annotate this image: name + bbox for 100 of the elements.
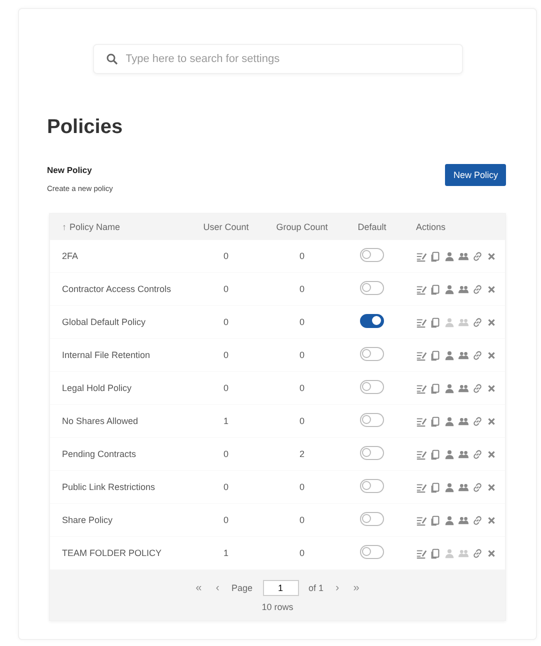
edit-icon[interactable] (416, 250, 427, 262)
edit-icon[interactable] (416, 416, 427, 426)
copy-icon[interactable] (430, 382, 441, 394)
edit-icon[interactable] (416, 448, 427, 460)
policy-name: Global Default Policy (62, 317, 146, 327)
last-page-button[interactable]: » (351, 582, 362, 594)
first-page-button[interactable]: « (194, 582, 204, 594)
edit-icon[interactable] (416, 548, 427, 558)
column-header[interactable]: User Count (203, 222, 249, 232)
close-icon[interactable] (486, 548, 497, 558)
close-icon[interactable] (486, 284, 497, 294)
user-count: 0 (223, 350, 228, 360)
group-icon[interactable] (458, 382, 469, 394)
edit-icon[interactable] (416, 382, 427, 394)
row-count: 10 rows (262, 602, 294, 612)
edit-icon[interactable] (416, 514, 427, 526)
close-icon[interactable] (486, 316, 497, 328)
group-count: 0 (299, 383, 304, 393)
user-icon[interactable] (444, 448, 455, 460)
page-field[interactable]: 1 (262, 580, 298, 596)
copy-icon[interactable] (430, 448, 441, 460)
default-toggle[interactable] (360, 413, 384, 427)
user-count: 0 (223, 449, 228, 459)
edit-icon[interactable] (416, 482, 427, 492)
user-icon[interactable] (444, 382, 455, 394)
group-count: 0 (299, 482, 304, 492)
copy-icon[interactable] (430, 350, 441, 360)
link-icon[interactable] (472, 284, 483, 294)
group-count: 0 (299, 515, 304, 525)
default-toggle[interactable] (360, 281, 384, 295)
group-count: 0 (299, 416, 304, 426)
user-icon[interactable] (444, 482, 455, 492)
user-icon[interactable] (444, 514, 455, 526)
edit-icon[interactable] (416, 350, 427, 360)
policy-name: Internal File Retention (62, 350, 150, 360)
user-count: 0 (223, 317, 228, 327)
default-toggle[interactable] (360, 446, 384, 460)
link-icon[interactable] (472, 448, 483, 460)
copy-icon[interactable] (430, 284, 441, 294)
group-icon[interactable] (458, 250, 469, 262)
user-icon[interactable] (444, 350, 455, 360)
policy-name: Contractor Access Controls (62, 284, 172, 294)
edit-icon[interactable] (416, 316, 427, 328)
group-icon[interactable] (458, 350, 469, 360)
close-icon[interactable] (486, 482, 497, 492)
link-icon[interactable] (472, 514, 483, 526)
link-icon[interactable] (472, 350, 483, 360)
default-toggle[interactable] (360, 479, 384, 493)
group-count: 2 (299, 449, 304, 459)
copy-icon[interactable] (430, 482, 441, 492)
group-icon[interactable] (458, 416, 469, 426)
copy-icon[interactable] (430, 548, 441, 558)
user-count: 0 (223, 284, 228, 294)
group-icon[interactable] (458, 482, 469, 492)
copy-icon[interactable] (430, 250, 441, 262)
copy-icon[interactable] (430, 316, 441, 328)
user-count: 1 (223, 416, 228, 426)
search-icon (106, 53, 118, 65)
close-icon[interactable] (486, 514, 497, 526)
column-header[interactable]: Policy Name (70, 222, 120, 232)
user-count: 1 (223, 548, 228, 558)
close-icon[interactable] (486, 350, 497, 360)
page-title: Policies (47, 116, 124, 139)
group-count: 0 (299, 251, 304, 261)
default-toggle[interactable] (360, 380, 384, 394)
column-header[interactable]: Default (358, 222, 386, 232)
default-toggle[interactable] (360, 512, 384, 526)
link-icon[interactable] (472, 316, 483, 328)
search-field[interactable]: Type here to search for settings (92, 44, 462, 74)
column-header[interactable]: Group Count (276, 222, 328, 232)
link-icon[interactable] (472, 382, 483, 394)
user-count: 0 (223, 383, 228, 393)
new-policy-button[interactable]: New Policy (445, 164, 506, 186)
default-toggle[interactable] (360, 545, 384, 559)
close-icon[interactable] (486, 448, 497, 460)
default-toggle[interactable] (360, 314, 384, 328)
copy-icon[interactable] (430, 416, 441, 426)
user-icon[interactable] (444, 250, 455, 262)
close-icon[interactable] (486, 382, 497, 394)
column-header[interactable]: Actions (416, 222, 446, 232)
sort-arrow-icon[interactable]: ↑ (62, 222, 66, 232)
link-icon[interactable] (472, 250, 483, 262)
copy-icon[interactable] (430, 514, 441, 526)
group-icon[interactable] (458, 284, 469, 294)
user-icon[interactable] (444, 284, 455, 294)
user-icon[interactable] (444, 416, 455, 426)
page-total: of 1 (308, 583, 324, 593)
default-toggle[interactable] (360, 248, 384, 262)
link-icon[interactable] (472, 482, 483, 492)
default-toggle[interactable] (360, 347, 384, 361)
edit-icon[interactable] (416, 284, 427, 294)
next-page-button[interactable]: › (334, 582, 342, 594)
group-icon[interactable] (458, 448, 469, 460)
close-icon[interactable] (486, 250, 497, 262)
policy-name: Pending Contracts (62, 449, 136, 459)
link-icon[interactable] (472, 416, 483, 426)
link-icon[interactable] (472, 548, 483, 558)
group-icon[interactable] (458, 514, 469, 526)
close-icon[interactable] (486, 416, 497, 426)
previous-page-button[interactable]: ‹ (214, 582, 222, 594)
